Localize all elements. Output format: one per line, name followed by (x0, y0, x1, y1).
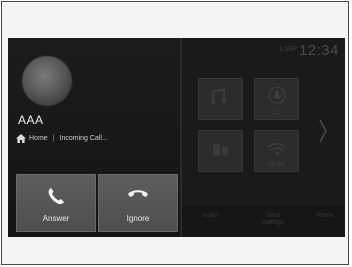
bottom-phone[interactable]: Phone (310, 213, 340, 220)
home-tile-source[interactable] (198, 130, 243, 172)
phone-answer-icon (48, 188, 64, 205)
home-tile-eq[interactable]: EQ (254, 78, 299, 120)
bottom-settings[interactable]: Send Settings (258, 213, 288, 227)
music-icon (210, 88, 226, 105)
ignore-button[interactable]: Ignore (98, 174, 178, 232)
incoming-call-panel: AAA Home | Incoming Call... Answer Ignor… (8, 38, 180, 237)
figure-frame: AAA Home | Incoming Call... Answer Ignor… (1, 1, 349, 265)
clock: 12:34 (298, 42, 339, 59)
infotainment-screen: AAA Home | Incoming Call... Answer Ignor… (8, 38, 345, 237)
chevron-right-icon[interactable] (318, 118, 328, 144)
tile-label: EQ (272, 110, 281, 116)
clock-label: 1:58P (278, 46, 297, 53)
call-status: Incoming Call... (59, 135, 108, 142)
caller-avatar (22, 56, 72, 106)
phone-hangup-icon (128, 190, 148, 197)
audio-source-icon (212, 143, 228, 156)
ignore-label: Ignore (126, 214, 150, 223)
answer-label: Answer (42, 214, 70, 223)
separator: | (52, 135, 55, 142)
home-tile-music[interactable] (198, 78, 243, 120)
call-source: Home (29, 135, 48, 142)
bottom-audio[interactable]: Audio (190, 213, 230, 220)
call-info: Home | Incoming Call... (16, 134, 108, 143)
home-tile-siriusxm[interactable]: SiriXM (254, 130, 299, 172)
bottom-bar: Audio Send Settings Phone (182, 206, 345, 237)
caller-name: AAA (18, 113, 44, 127)
home-icon (16, 134, 26, 143)
home-screen-panel: 1:58P 12:34 EQ SiriXM Audio Send Setting… (182, 38, 345, 237)
microphone-icon (267, 86, 286, 104)
wifi-icon (267, 143, 286, 156)
tile-label: SiriXM (267, 162, 286, 168)
answer-button[interactable]: Answer (16, 174, 96, 232)
